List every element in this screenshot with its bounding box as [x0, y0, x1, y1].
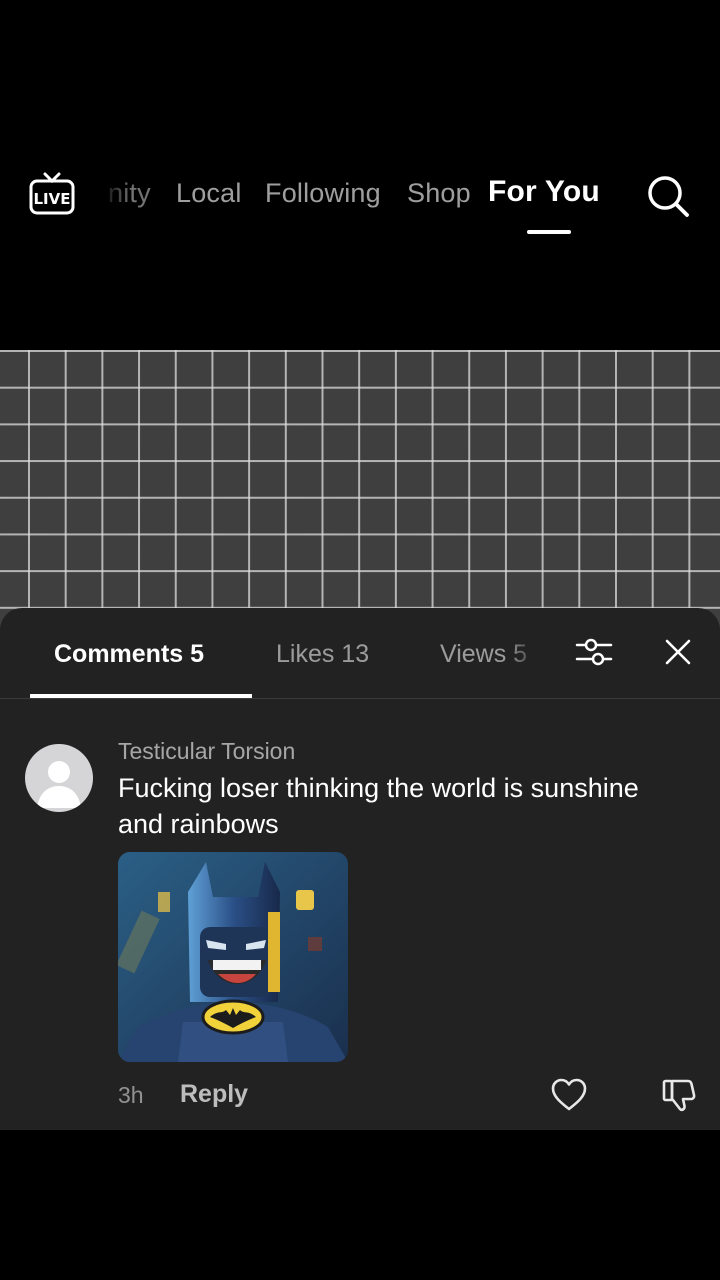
sheet-tab-bar: Comments 5 Likes 13 Views 5: [0, 608, 720, 699]
top-nav: LIVE nity Local Following Shop For You: [0, 160, 720, 240]
live-tv-icon[interactable]: LIVE: [28, 170, 76, 216]
tab-comments[interactable]: Comments 5: [54, 640, 204, 669]
comments-sheet: Comments 5 Likes 13 Views 5 Testicular T…: [0, 608, 720, 1130]
comment-timestamp: 3h: [118, 1082, 144, 1108]
comment-item[interactable]: Testicular Torsion Fucking loser thinkin…: [0, 728, 720, 1128]
comment-username[interactable]: Testicular Torsion: [118, 738, 295, 765]
comment-text: Fucking loser thinking the world is suns…: [118, 773, 639, 839]
tab-for-you[interactable]: For You: [488, 175, 600, 209]
heart-icon[interactable]: [550, 1076, 588, 1114]
filter-sliders-icon[interactable]: [574, 632, 614, 672]
default-avatar-icon: [37, 761, 81, 808]
dislike-icon[interactable]: [660, 1076, 698, 1114]
comment-gif-image[interactable]: [118, 852, 348, 1062]
avatar[interactable]: [25, 744, 93, 812]
close-icon[interactable]: [662, 636, 694, 668]
tab-shop[interactable]: Shop: [407, 178, 471, 209]
live-label: LIVE: [34, 190, 71, 208]
search-icon[interactable]: [646, 174, 690, 218]
video-frame[interactable]: [0, 350, 720, 640]
lego-batman-image: [118, 852, 348, 1062]
tab-following[interactable]: Following: [265, 178, 381, 209]
active-sheet-tab-indicator: [30, 694, 252, 698]
active-tab-indicator: [527, 230, 571, 234]
reply-button[interactable]: Reply: [180, 1080, 248, 1109]
tab-local[interactable]: Local: [176, 178, 242, 209]
tab-likes[interactable]: Likes 13: [276, 640, 369, 669]
